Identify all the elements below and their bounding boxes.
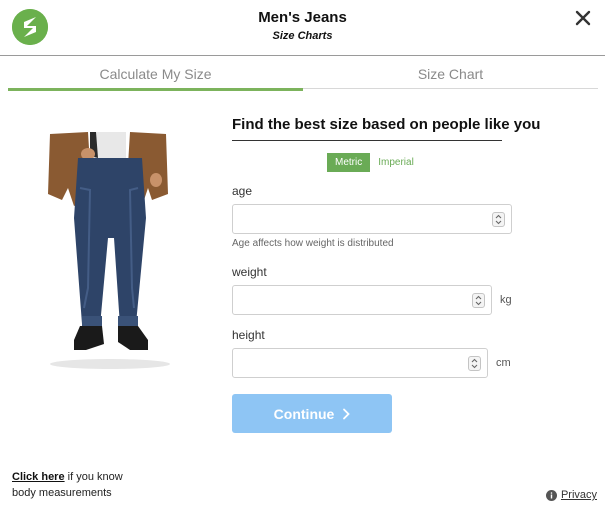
tab-size-chart[interactable]: Size Chart [303,56,598,90]
form-heading: Find the best size based on people like … [232,116,541,133]
tab-calculate-my-size[interactable]: Calculate My Size [8,56,303,90]
weight-input[interactable] [233,286,491,314]
height-stepper[interactable] [468,356,481,371]
model-jeans-image [48,132,170,369]
info-icon [545,489,557,501]
continue-label: Continue [273,405,335,422]
age-input[interactable] [233,205,511,233]
weight-label: weight [232,265,267,279]
close-button[interactable] [571,6,595,30]
active-tab-indicator [8,88,303,91]
height-input[interactable] [233,349,487,377]
page-subtitle: Size Charts [272,30,333,42]
metric-toggle-button[interactable]: Metric [327,153,371,172]
stepper-arrows-icon [475,295,482,306]
height-label: height [232,328,265,342]
unit-toggle: Metric Imperial [327,153,422,172]
privacy-link[interactable]: Privacy [561,489,597,501]
height-field-box [232,348,488,378]
imperial-toggle-button[interactable]: Imperial [370,153,422,172]
chevron-right-icon [343,408,351,419]
measure-text-line1: if you know [64,471,123,483]
age-field-box [232,204,512,234]
privacy: Privacy [545,489,597,501]
age-stepper[interactable] [492,212,505,227]
page-title: Men's Jeans [258,9,347,26]
stepper-arrows-icon [471,358,478,369]
close-icon [575,10,591,26]
age-label: age [232,184,253,198]
age-hint: Age affects how weight is distributed [232,238,394,249]
weight-stepper[interactable] [472,293,485,308]
weight-field-box [232,285,492,315]
continue-button[interactable]: Continue [232,394,392,433]
stepper-arrows-icon [495,214,502,225]
measure-text-line2: body measurements [12,487,112,499]
height-unit: cm [496,357,511,369]
click-here-link[interactable]: Click here [12,471,65,483]
measurements-note: Click here if you know body measurements [12,469,123,501]
model-image [30,128,190,373]
weight-unit: kg [500,294,512,306]
heading-divider [232,140,502,141]
